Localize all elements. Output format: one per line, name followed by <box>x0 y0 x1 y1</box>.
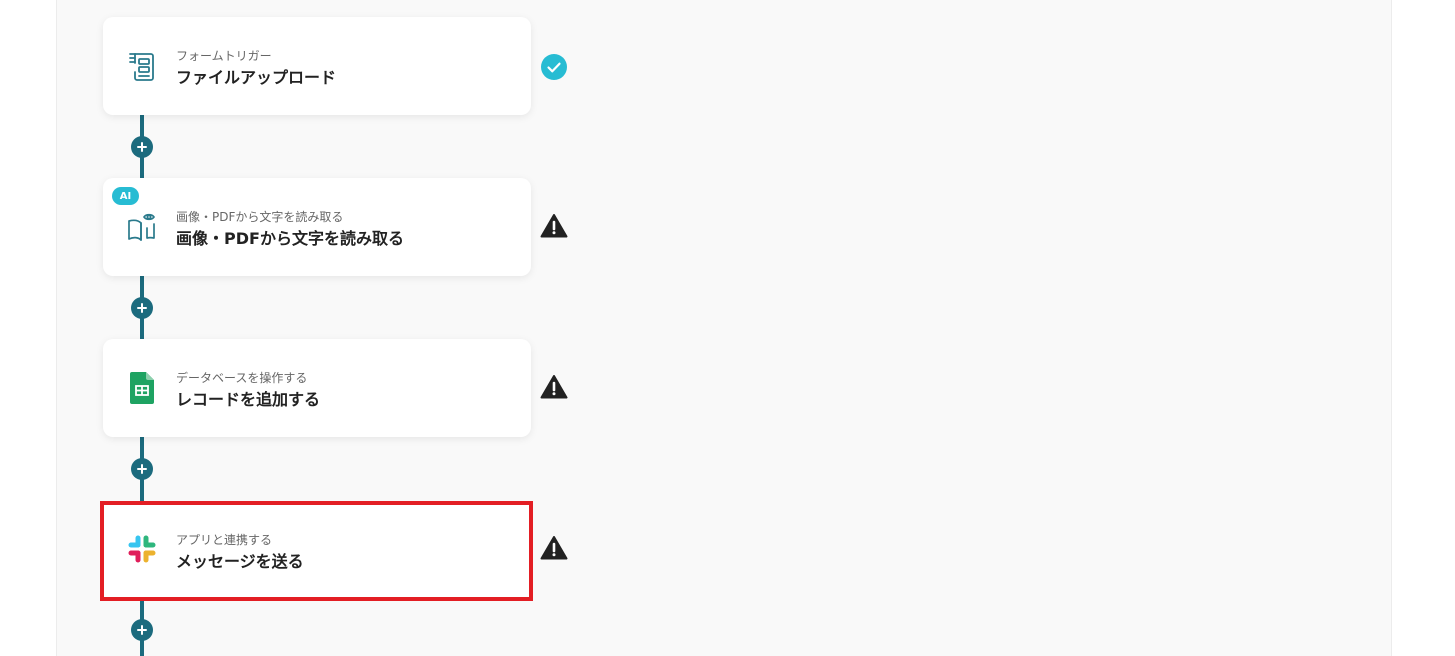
ai-badge: AI <box>112 187 139 205</box>
google-sheets-icon <box>125 371 159 405</box>
step-title: レコードを追加する <box>176 390 321 409</box>
add-step-button[interactable] <box>131 136 153 158</box>
warning-icon <box>540 534 568 562</box>
plus-icon <box>137 625 147 635</box>
step-title: 画像・PDFから文字を読み取る <box>176 229 404 248</box>
add-step-button[interactable] <box>131 297 153 319</box>
book-eye-icon <box>125 210 159 244</box>
step-subtitle: フォームトリガー <box>176 49 272 63</box>
step-subtitle: アプリと連携する <box>176 533 273 547</box>
plus-icon <box>137 303 147 313</box>
slack-icon <box>125 532 159 566</box>
step-title: ファイルアップロード <box>176 68 337 87</box>
plus-icon <box>137 142 147 152</box>
step-card-form-trigger[interactable]: フォームトリガー ファイルアップロード <box>103 17 531 115</box>
step-subtitle: 画像・PDFから文字を読み取る <box>176 210 344 224</box>
step-card-ocr[interactable]: AI 画像・PDFから文字を読み取る 画像・PDFから文字を読み取る <box>103 178 531 276</box>
step-card-database[interactable]: データベースを操作する レコードを追加する <box>103 339 531 437</box>
step-title: メッセージを送る <box>176 552 304 571</box>
warning-icon <box>540 212 568 240</box>
add-step-button[interactable] <box>131 458 153 480</box>
warning-icon <box>540 373 568 401</box>
add-step-button[interactable] <box>131 619 153 641</box>
check-circle-icon <box>540 53 568 81</box>
step-card-slack-message[interactable]: アプリと連携する メッセージを送る <box>100 501 533 601</box>
plus-icon <box>137 464 147 474</box>
form-icon <box>125 49 159 83</box>
step-subtitle: データベースを操作する <box>176 371 308 385</box>
